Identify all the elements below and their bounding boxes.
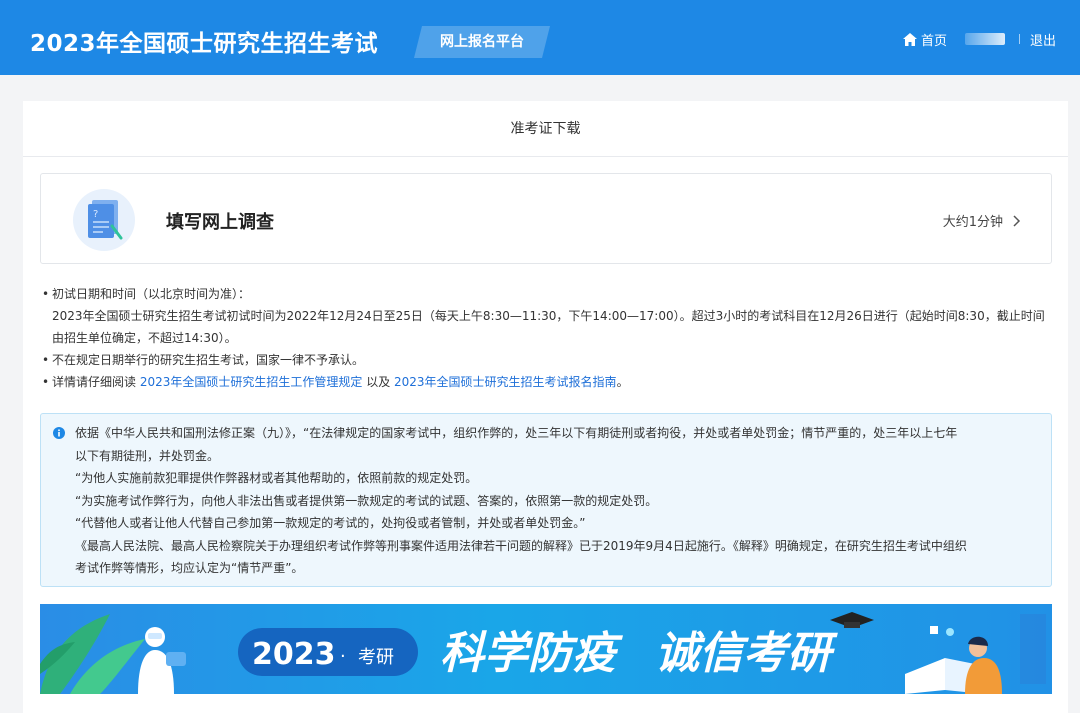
exam-date-heading: 初试日期和时间（以北京时间为准）： [52,287,251,301]
exam-date-detail-cont: 由招生单位确定，不超过14:30）。 [52,331,237,345]
banner-slogan-2: 诚信考研 [655,628,838,679]
graduation-cap-icon [830,612,874,628]
platform-badge: 网上报名平台 [414,26,550,58]
notice-paragraph: 考试作弊等情形，均应认定为“情节严重”。 [75,561,304,575]
survey-time-label: 大约1分钟 [942,215,1003,230]
home-label: 首页 [920,33,947,49]
registration-guide-link[interactable]: 2023年全国硕士研究生招生考试报名指南 [394,375,617,389]
notice-paragraph: “代替他人或者让他人代替自己参加第一款规定的考试的，处拘役或者管制，并处或者单处… [75,516,586,530]
banner-kaoyan: 考研 [358,647,394,668]
main-panel: 准考证下载 ? 填写网上调查 大约1分钟 • 初试日期和时间（以北京时间为准）：… [23,101,1068,713]
notice-paragraph: 以下有期徒刑，并处罚金。 [75,448,220,463]
info-icon [53,427,65,439]
exam-info-list: • 初试日期和时间（以北京时间为准）： 2023年全国硕士研究生招生考试初试时间… [42,283,1052,393]
header-nav: 首页 退出 [902,30,1056,49]
home-link[interactable]: 首页 [902,30,947,49]
survey-form-icon: ? [73,189,135,251]
banner-slogan-1: 科学防疫 [440,628,623,679]
exam-date-detail: 2023年全国硕士研究生招生考试初试时间为2022年12月24日至25日（每天上… [52,309,1045,323]
banner-dot: · [340,646,346,667]
site-title: 2023年全国硕士研究生招生考试 [30,31,379,57]
notice-paragraph: 《最高人民法院、最高人民检察院关于办理组织考试作弊等刑事案件适用法律若干问题的解… [75,538,967,553]
notice-paragraph: 依据《中华人民共和国刑法修正案（九）》，“在法律规定的国家考试中，组织作弊的，处… [75,426,958,440]
top-header: 2023年全国硕士研究生招生考试 网上报名平台 首页 退出 [0,0,1080,75]
read-details-mid: 以及 [362,375,395,389]
admission-regulations-link[interactable]: 2023年全国硕士研究生招生工作管理规定 [140,375,363,389]
banner-year: 2023 [252,637,336,672]
list-item: • 详情请仔细阅读 2023年全国硕士研究生招生工作管理规定 以及 2023年全… [42,375,629,389]
medical-worker-illustration [138,627,186,694]
notice-paragraph: “为实施考试作弊行为，向他人非法出售或者提供第一款规定的考试的试题、答案的，依照… [75,493,658,508]
survey-title: 填写网上调查 [166,212,274,233]
platform-label: 网上报名平台 [440,34,524,50]
read-details-prefix: 详情请仔细阅读 [52,375,140,389]
student-reading-illustration [905,614,1046,694]
list-item: • 初试日期和时间（以北京时间为准）： [42,287,251,301]
panel-title: 准考证下载 [23,101,1068,157]
survey-card[interactable]: ? 填写网上调查 大约1分钟 [40,173,1052,264]
chevron-right-icon [1013,214,1021,227]
list-item: • 不在规定日期举行的研究生招生考试，国家一律不予承认。 [42,353,365,367]
date-validity-note: 不在规定日期举行的研究生招生考试，国家一律不予承认。 [52,353,365,367]
svg-text:?: ? [93,209,98,220]
integrity-banner: 2023 · 考研 科学防疫 诚信考研 [40,604,1052,694]
logout-link[interactable]: 退出 [1030,30,1056,49]
notice-paragraph: “为他人实施前款犯罪提供作弊器材或者其他帮助的，依照前款的规定处罚。 [75,471,478,485]
banner-art: 2023 · 考研 科学防疫 诚信考研 [40,612,1046,694]
read-details-suffix: 。 [616,375,629,389]
nav-separator [1018,34,1020,44]
survey-duration: 大约1分钟 [943,211,1021,230]
legal-notice-box: 依据《中华人民共和国刑法修正案（九）》，“在法律规定的国家考试中，组织作弊的，处… [40,413,1052,587]
home-icon [902,32,917,46]
user-avatar-chip[interactable] [964,33,1005,45]
